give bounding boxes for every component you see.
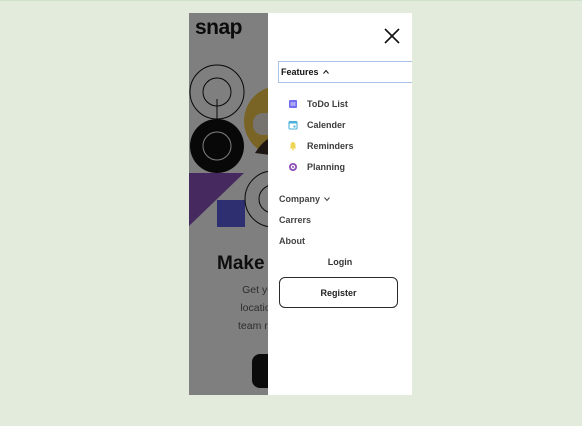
chevron-up-icon bbox=[322, 69, 329, 74]
nav-item-reminders[interactable]: Reminders bbox=[288, 141, 354, 151]
register-button[interactable]: Register bbox=[279, 277, 398, 308]
nav-features-toggle[interactable]: Features bbox=[278, 61, 412, 83]
nav-item-label: Planning bbox=[307, 162, 345, 172]
nav-careers-label: Carrers bbox=[279, 215, 312, 225]
nav-item-label: ToDo List bbox=[307, 99, 348, 109]
nav-item-label: Reminders bbox=[307, 141, 354, 151]
planning-icon bbox=[288, 162, 298, 172]
nav-features-label: Features bbox=[281, 67, 319, 77]
nav-careers-link[interactable]: Carrers bbox=[279, 215, 311, 225]
nav-about-label: About bbox=[279, 236, 305, 246]
nav-about-link[interactable]: About bbox=[279, 236, 305, 246]
close-menu-button[interactable] bbox=[381, 25, 403, 47]
close-icon bbox=[384, 28, 400, 44]
nav-item-planning[interactable]: Planning bbox=[288, 162, 345, 172]
chevron-down-icon bbox=[324, 197, 330, 202]
login-link[interactable]: Login bbox=[268, 257, 412, 267]
page-top-border bbox=[0, 0, 582, 1]
nav-item-todo-list[interactable]: ToDo List bbox=[288, 99, 348, 109]
mobile-viewport: snap Make Get your tea location. Stre te… bbox=[189, 13, 412, 395]
nav-company-toggle[interactable]: Company bbox=[279, 194, 331, 204]
calendar-icon bbox=[288, 120, 298, 130]
bell-icon bbox=[288, 141, 298, 151]
mobile-nav-drawer: Features ToDo List Calender Reminders Pl… bbox=[268, 13, 412, 395]
register-label: Register bbox=[320, 287, 357, 298]
todo-list-icon bbox=[288, 99, 298, 109]
nav-company-label: Company bbox=[279, 194, 321, 204]
nav-item-label: Calender bbox=[307, 120, 346, 130]
nav-item-calendar[interactable]: Calender bbox=[288, 120, 346, 130]
